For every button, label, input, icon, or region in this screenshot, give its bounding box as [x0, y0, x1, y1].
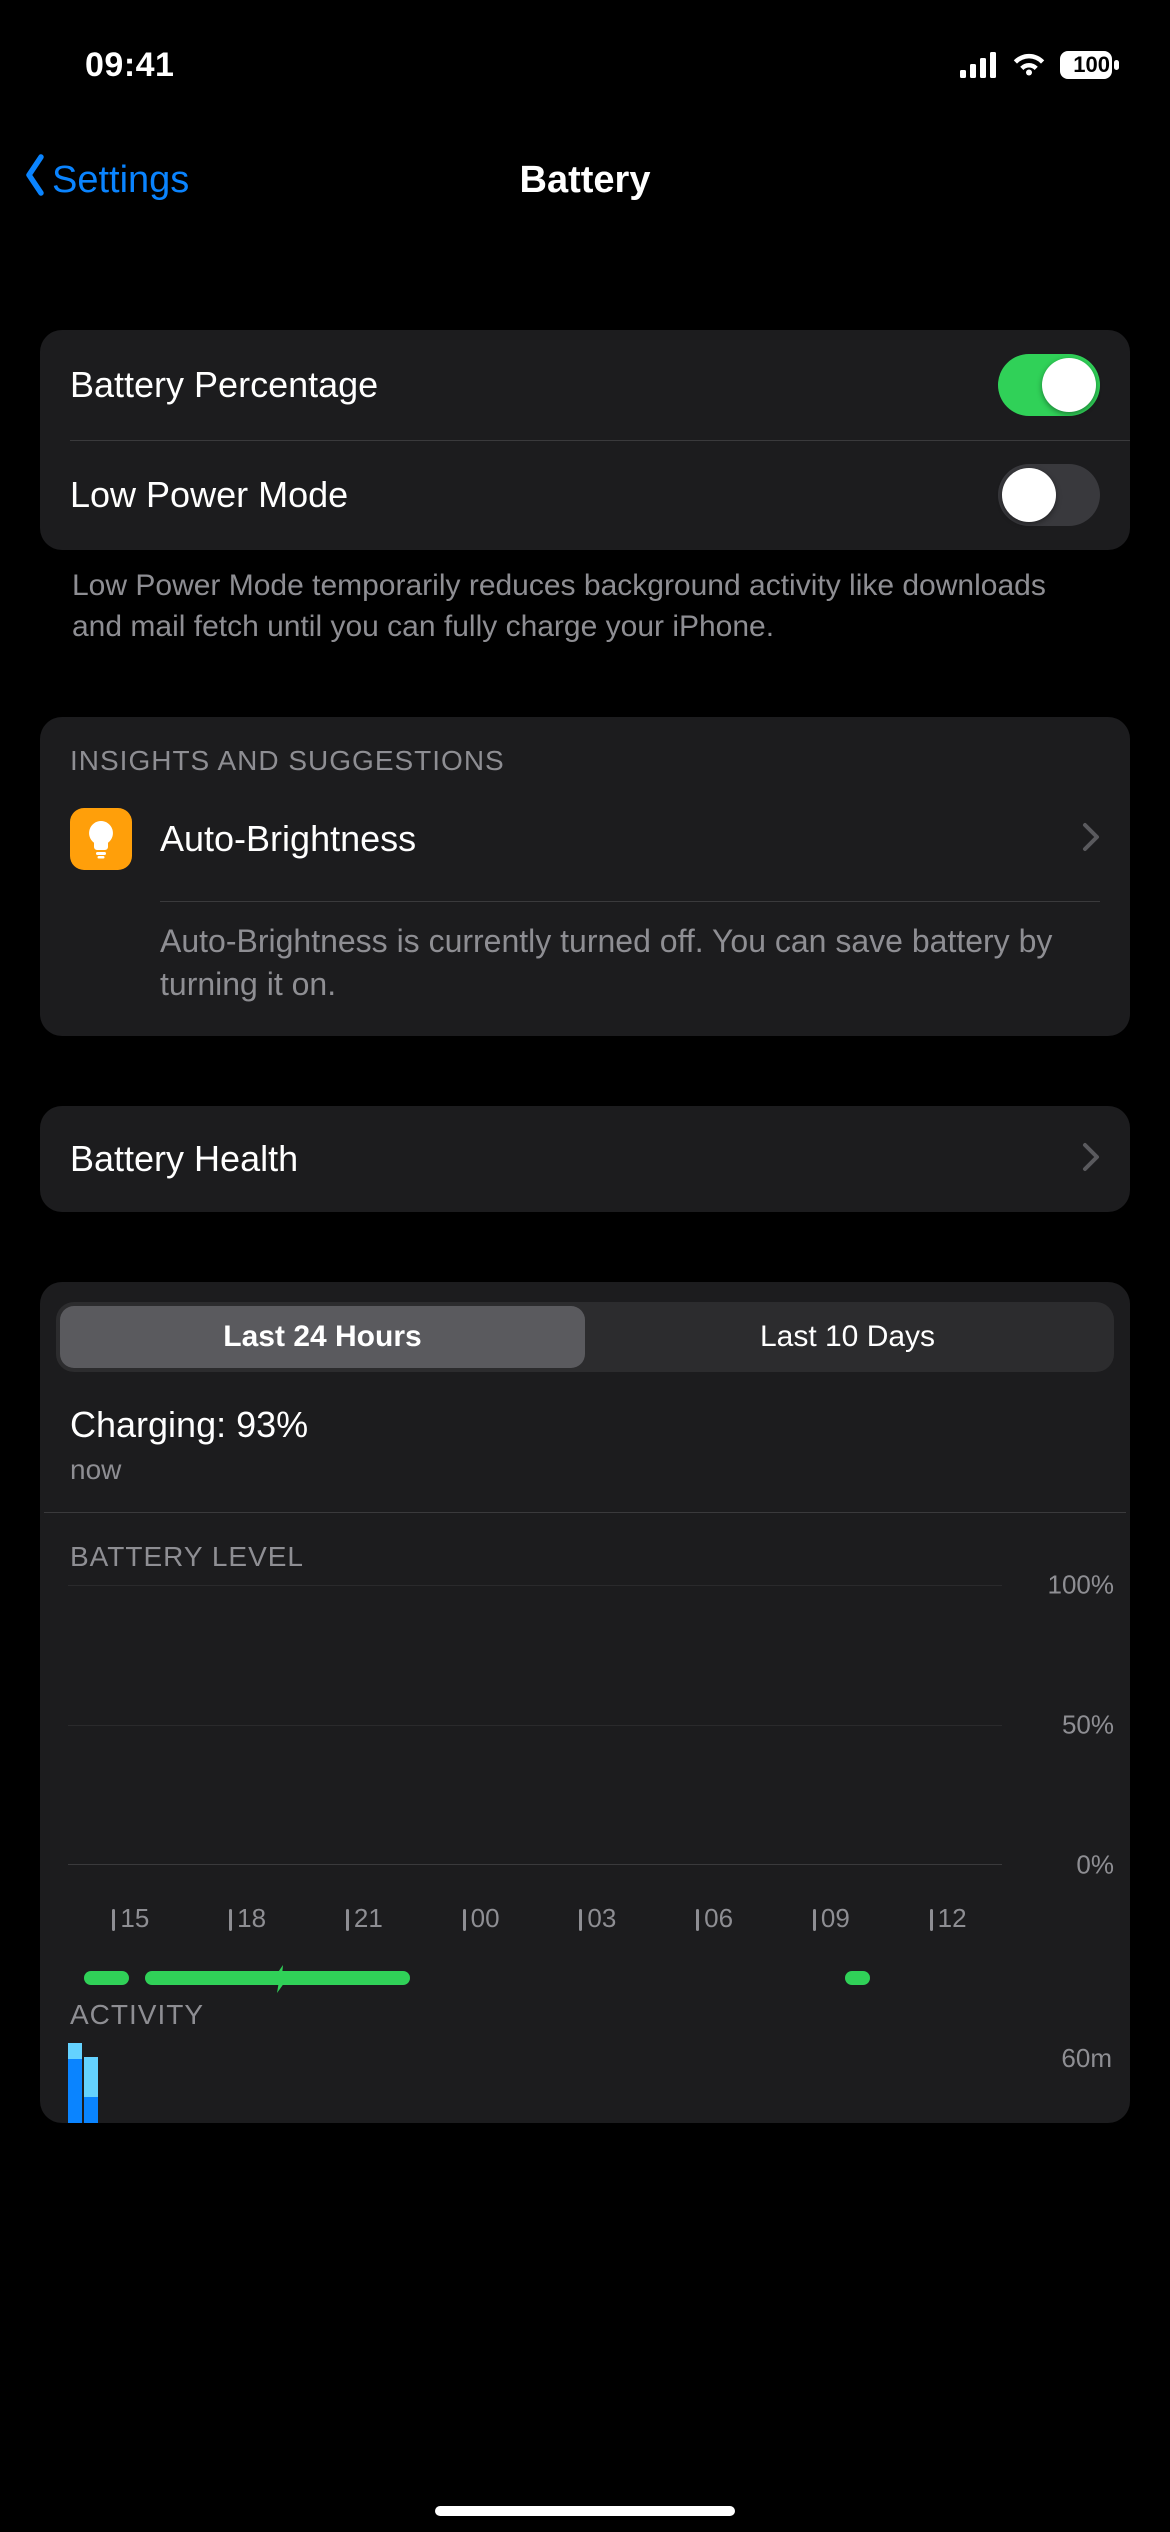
- insights-description: Auto-Brightness is currently turned off.…: [70, 920, 1100, 1006]
- time-range-segmented: Last 24 Hours Last 10 Days: [56, 1302, 1114, 1372]
- charging-subtitle: now: [70, 1454, 1100, 1486]
- charging-status-block: Charging: 93% now: [44, 1382, 1126, 1513]
- status-bar: 09:41 100: [0, 0, 1170, 130]
- battery-percentage-label: Battery Percentage: [70, 364, 998, 406]
- y-label-0: 0%: [1076, 1850, 1114, 1881]
- charging-indicator: [84, 1971, 129, 1985]
- x-tick-label: 21: [354, 1903, 383, 1934]
- battery-percent-text: 100: [1073, 52, 1110, 78]
- cellular-icon: [960, 52, 998, 78]
- home-indicator[interactable]: [435, 2506, 735, 2516]
- activity-title: ACTIVITY: [40, 1999, 1130, 2043]
- battery-percentage-row: Battery Percentage: [40, 330, 1130, 440]
- x-tick-label: 15: [120, 1903, 149, 1934]
- battery-health-group: Battery Health: [40, 1106, 1130, 1212]
- x-tick-label: 12: [938, 1903, 967, 1934]
- battery-health-label: Battery Health: [70, 1138, 1082, 1180]
- charging-title: Charging: 93%: [70, 1404, 1100, 1446]
- x-tick-label: 18: [237, 1903, 266, 1934]
- low-power-mode-row: Low Power Mode: [40, 440, 1130, 550]
- battery-icon: 100: [1060, 51, 1120, 79]
- chevron-right-icon: [1082, 1142, 1100, 1177]
- battery-level-chart[interactable]: 100% 50% 0% 1518210003060912: [68, 1585, 1122, 1963]
- battery-level-title: BATTERY LEVEL: [40, 1541, 1130, 1585]
- toggles-group: Battery Percentage Low Power Mode: [40, 330, 1130, 550]
- low-power-mode-toggle[interactable]: [998, 464, 1100, 526]
- chevron-right-icon: [1082, 822, 1100, 857]
- y-label-100: 100%: [1048, 1570, 1115, 1601]
- back-label: Settings: [52, 159, 189, 202]
- insights-header: INSIGHTS AND SUGGESTIONS: [40, 717, 1130, 791]
- insights-title: Auto-Brightness: [160, 818, 1082, 860]
- charging-indicator: [845, 1971, 869, 1985]
- x-tick-label: 00: [471, 1903, 500, 1934]
- activity-bar: [84, 2057, 98, 2124]
- tab-last-10-days[interactable]: Last 10 Days: [585, 1306, 1110, 1368]
- chevron-left-icon: [20, 153, 52, 207]
- auto-brightness-row[interactable]: Auto-Brightness Auto-Brightness is curre…: [40, 791, 1130, 1036]
- bolt-icon: [270, 1965, 292, 1998]
- back-button[interactable]: Settings: [0, 153, 189, 207]
- insights-group: INSIGHTS AND SUGGESTIONS Auto-Brightness…: [40, 717, 1130, 1036]
- activity-chart[interactable]: 60m: [68, 2043, 1122, 2123]
- y-label-50: 50%: [1062, 1710, 1114, 1741]
- nav-bar: Settings Battery: [0, 130, 1170, 230]
- x-tick-label: 06: [704, 1903, 733, 1934]
- x-tick-label: 03: [587, 1903, 616, 1934]
- lightbulb-icon: [70, 808, 132, 870]
- battery-percentage-toggle[interactable]: [998, 354, 1100, 416]
- status-icons-group: 100: [960, 51, 1120, 79]
- tab-last-24-hours[interactable]: Last 24 Hours: [60, 1306, 585, 1368]
- activity-bar: [68, 2043, 82, 2123]
- low-power-mode-label: Low Power Mode: [70, 474, 998, 516]
- wifi-icon: [1010, 51, 1048, 79]
- activity-y-top: 60m: [1061, 2043, 1112, 2074]
- battery-health-row[interactable]: Battery Health: [40, 1106, 1130, 1212]
- x-tick-label: 09: [821, 1903, 850, 1934]
- usage-group: Last 24 Hours Last 10 Days Charging: 93%…: [40, 1282, 1130, 2123]
- status-time: 09:41: [85, 46, 174, 85]
- low-power-mode-footer: Low Power Mode temporarily reduces backg…: [40, 550, 1130, 647]
